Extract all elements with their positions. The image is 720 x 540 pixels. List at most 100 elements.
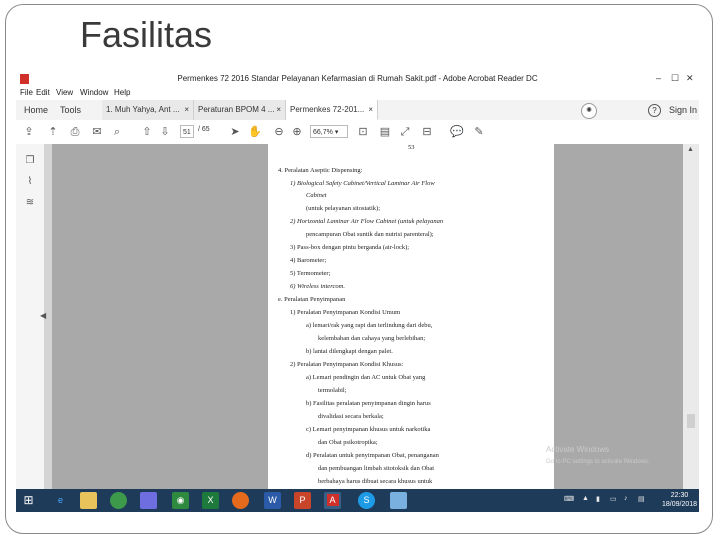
zoom-out-icon[interactable]: ⊖ — [272, 125, 286, 139]
page-line: 2) Horizontal Laminar Air Flow Cabinet (… — [290, 218, 444, 225]
page-up-icon[interactable]: ⇧ — [140, 125, 154, 139]
page-thumbnails-icon[interactable]: ❐ — [23, 154, 37, 168]
skype-icon[interactable]: S — [358, 492, 375, 509]
activate-windows-subtext: Go to PC settings to activate Windows. — [546, 459, 650, 465]
menu-window[interactable]: Window — [80, 88, 108, 97]
windows-taskbar: ⊞ e ◉ X W P A S ⌨ ▲ ▮ ▭ ♪ ▤ 22:30 18/09/… — [16, 489, 699, 512]
page-line: 5) Termometer; — [290, 270, 331, 277]
page-down-icon[interactable]: ⇩ — [158, 125, 172, 139]
firefox-icon[interactable] — [232, 492, 249, 509]
page-line: (untuk pelayanan sitostatik); — [306, 205, 381, 212]
scroll-up-icon[interactable]: ▲ — [687, 146, 694, 153]
tab-close-icon[interactable]: × — [276, 100, 281, 120]
page-line: 4. Peralatan Aseptic Dispensing: — [278, 167, 363, 174]
tab-close-icon[interactable]: × — [368, 100, 373, 120]
upload-icon[interactable]: ⇡ — [46, 125, 60, 139]
pdf-page: 53 4. Peralatan Aseptic Dispensing: 1) B… — [268, 144, 554, 489]
search-icon[interactable]: ⌕ — [110, 125, 124, 139]
email-icon[interactable]: ✉ — [90, 125, 104, 139]
explorer-icon[interactable] — [80, 492, 97, 509]
globe-icon: ✺ — [581, 103, 597, 119]
acrobat-icon[interactable]: A — [324, 492, 341, 509]
page-line: divalidasi secara berkala; — [318, 413, 384, 420]
page-line: 1) Peralatan Penyimpanan Kondisi Umum — [290, 309, 401, 316]
zoom-in-icon[interactable]: ⊕ — [290, 125, 304, 139]
page-number-input[interactable]: 51 — [180, 125, 194, 138]
battery-icon[interactable]: ▭ — [610, 495, 617, 503]
vertical-scrollbar[interactable]: ▲ — [683, 144, 699, 489]
page-line: c) Lemari penyimpanan khusus untuk narko… — [306, 426, 431, 433]
layers-icon[interactable]: ≋ — [23, 196, 37, 210]
tray-arrow-icon[interactable]: ▲ — [582, 495, 589, 502]
volume-icon[interactable]: ♪ — [624, 495, 628, 502]
excel-icon[interactable]: X — [202, 492, 219, 509]
chrome-icon[interactable] — [110, 492, 127, 509]
screenshot: Permenkes 72 2016 Standar Pelayanan Kefa… — [16, 71, 699, 512]
menu-edit[interactable]: Edit — [36, 88, 50, 97]
menu-file[interactable]: File — [20, 88, 33, 97]
page-line: berbahaya harus dibuat secara khusus unt… — [318, 478, 433, 485]
tab-close-icon[interactable]: × — [184, 100, 189, 120]
maximize-button[interactable]: ☐ — [671, 73, 679, 84]
powerpoint-icon[interactable]: P — [294, 492, 311, 509]
question-icon[interactable]: ? — [648, 104, 661, 117]
page-line: Cabinet — [306, 192, 327, 199]
activate-windows-watermark: Activate Windows — [546, 445, 610, 454]
eye-icon[interactable]: ◉ — [172, 492, 189, 509]
page-line: kelembaban dan cahaya yang berlebihan; — [318, 335, 426, 342]
zoom-value: 66,7% — [313, 129, 333, 136]
notepad-icon[interactable] — [390, 492, 407, 509]
page-line: 2) Peralatan Penyimpanan Kondisi Khusus: — [290, 361, 404, 368]
page-line: pencampuran Obat suntik dan nutrisi pare… — [306, 231, 434, 238]
chevron-down-icon: ▾ — [334, 129, 339, 136]
ie-icon[interactable]: e — [52, 492, 69, 509]
page-line: a) lemari/rak yang rapi dan terlindung d… — [306, 322, 433, 329]
network-icon[interactable]: ▮ — [596, 495, 600, 503]
start-icon[interactable]: ⊞ — [20, 492, 37, 509]
comment-icon[interactable]: 💬 — [450, 125, 464, 139]
zoom-select[interactable]: 66,7% ▾ — [310, 125, 348, 138]
page-line: a) Lemari pendingin dan AC untuk Obat ya… — [306, 374, 426, 381]
window-title-bar: Permenkes 72 2016 Standar Pelayanan Kefa… — [16, 71, 699, 87]
clock-date: 18/09/2018 — [662, 501, 698, 508]
page-line: 6) Wireless intercom. — [290, 283, 345, 290]
full-screen-icon[interactable]: ⤢ — [398, 125, 412, 139]
word-icon[interactable]: W — [264, 492, 281, 509]
tab-tools[interactable]: Tools — [56, 100, 96, 120]
fit-page-icon[interactable]: ⊡ — [356, 125, 370, 139]
slide-title: Fasilitas — [80, 14, 213, 55]
menu-bar: File Edit View Window Help — [16, 87, 699, 100]
toolbar: ⇪ ⇡ ⎙ ✉ ⌕ ⇧ ⇩ 51 / 65 ➤ ✋ ⊖ ⊕ 66,7% ▾ ⊡ … — [16, 120, 699, 145]
close-button[interactable]: ✕ — [686, 73, 694, 84]
media-icon[interactable] — [140, 492, 157, 509]
tab-document-2[interactable]: Peraturan BPOM 4 ... × — [194, 100, 286, 120]
tab-document-3[interactable]: Permenkes 72-201... × — [286, 100, 378, 120]
tab-label: Peraturan BPOM 4 ... — [198, 105, 275, 114]
tab-home[interactable]: Home — [20, 100, 56, 120]
taskbar-clock[interactable]: 22:30 18/09/2018 — [662, 491, 697, 509]
print-icon[interactable]: ⎙ — [68, 125, 82, 139]
save-icon[interactable]: ⇪ — [22, 125, 36, 139]
page-line: 1) Biological Safety Cabinet/Vertical La… — [290, 180, 435, 187]
highlight-icon[interactable]: ✎ — [472, 125, 486, 139]
expand-left-panel-icon[interactable]: ◀ — [40, 311, 46, 320]
menu-help[interactable]: Help — [114, 88, 130, 97]
hand-tool-icon[interactable]: ✋ — [248, 125, 262, 139]
scrollbar-thumb[interactable] — [687, 414, 695, 428]
scroll-mode-icon[interactable]: ▤ — [378, 125, 392, 139]
menu-view[interactable]: View — [56, 88, 73, 97]
page-line: d) Peralatan untuk penyimpanan Obat, pen… — [306, 452, 439, 459]
attachments-icon[interactable]: ⌇ — [23, 175, 37, 189]
page-line: b) lantai dilengkapi dengan palet. — [306, 348, 393, 355]
read-mode-icon[interactable]: ⊟ — [420, 125, 434, 139]
document-viewer[interactable]: 53 4. Peralatan Aseptic Dispensing: 1) B… — [52, 144, 683, 489]
page-line: 3) Pass-box dengan pintu berganda (air-l… — [290, 244, 410, 251]
minimize-button[interactable]: – — [656, 73, 661, 83]
select-tool-icon[interactable]: ➤ — [228, 125, 242, 139]
page-line: 4) Barometer; — [290, 257, 327, 264]
sign-in-link[interactable]: Sign In — [669, 100, 697, 120]
notification-icon[interactable]: ▤ — [638, 495, 645, 503]
tab-label: Permenkes 72-201... — [290, 105, 365, 114]
keyboard-icon[interactable]: ⌨ — [564, 495, 574, 503]
tab-document-1[interactable]: 1. Muh Yahya, Ant ... × — [102, 100, 194, 120]
